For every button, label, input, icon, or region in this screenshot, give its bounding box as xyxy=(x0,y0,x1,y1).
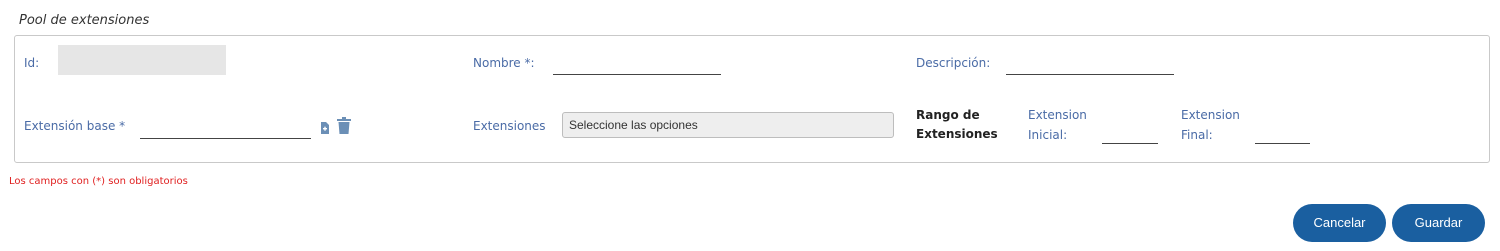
extensiones-multiselect[interactable]: Seleccione las opciones xyxy=(562,112,894,138)
cancel-button[interactable]: Cancelar xyxy=(1293,204,1386,242)
ext-inicial-label-line1: Extension xyxy=(1028,108,1087,122)
ext-inicial-input[interactable] xyxy=(1102,143,1158,144)
nombre-input[interactable] xyxy=(553,74,721,75)
id-label: Id: xyxy=(24,56,40,70)
ext-inicial-label-line2: Inicial: xyxy=(1028,128,1068,142)
ext-final-input[interactable] xyxy=(1255,143,1310,144)
file-add-icon[interactable] xyxy=(320,119,330,138)
nombre-label: Nombre *: xyxy=(473,56,535,70)
descripcion-label: Descripción: xyxy=(916,56,991,70)
rango-label-line2: Extensiones xyxy=(916,127,998,141)
extension-base-label: Extensión base * xyxy=(24,119,126,133)
extension-base-input[interactable] xyxy=(140,138,311,139)
ext-final-label-line2: Final: xyxy=(1181,128,1213,142)
required-fields-note: Los campos con (*) son obligatorios xyxy=(9,176,188,187)
trash-icon[interactable] xyxy=(337,117,351,138)
extensiones-label: Extensiones xyxy=(473,119,546,133)
save-button[interactable]: Guardar xyxy=(1392,204,1485,242)
id-field xyxy=(58,45,226,75)
rango-label-line1: Rango de xyxy=(916,108,980,122)
ext-final-label-line1: Extension xyxy=(1181,108,1240,122)
descripcion-input[interactable] xyxy=(1006,74,1174,75)
section-title: Pool de extensiones xyxy=(19,13,150,28)
